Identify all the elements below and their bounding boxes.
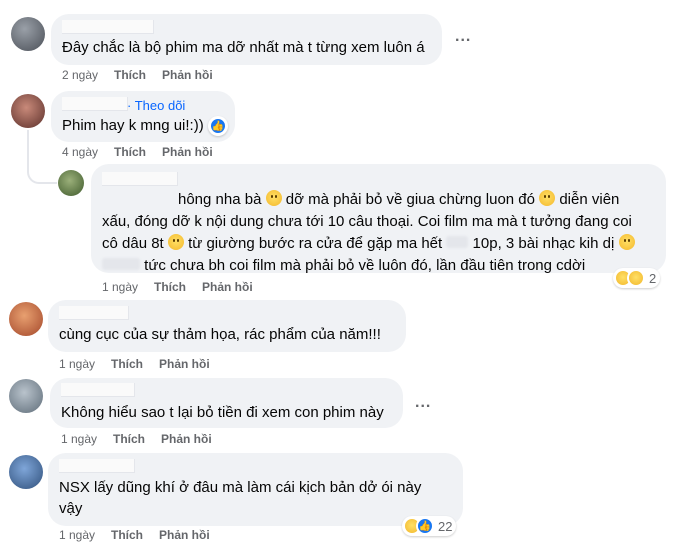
reply-button[interactable]: Phản hồi (162, 145, 213, 159)
avatar[interactable] (9, 302, 43, 336)
reaction-summary[interactable]: 2 (613, 268, 661, 288)
comment-text: cùng cục của sự thảm họa, rác phẩm của n… (59, 326, 381, 343)
reaction-summary[interactable]: 👍 22 (402, 516, 457, 536)
comment-text: hông nha bà dỡ mà phải bỏ về giua chừng … (178, 190, 620, 208)
like-button[interactable]: Thích (114, 68, 162, 82)
reply-button[interactable]: Phản hồi (161, 432, 212, 446)
like-button[interactable]: Thích (154, 280, 202, 294)
like-reaction-icon: 👍 (416, 517, 434, 535)
comment-text: xấu, đóng dỡ k nội dung chưa tới 10 câu … (102, 213, 632, 230)
like-button[interactable]: Thích (111, 528, 159, 542)
smile-emoji-icon (539, 190, 556, 206)
avatar[interactable] (11, 17, 45, 51)
like-button[interactable]: Thích (111, 357, 159, 371)
comment-time[interactable]: 1 ngày (102, 280, 154, 294)
comment-meta: 4 ngày Thích Phản hồi (62, 145, 213, 159)
redacted-text (102, 258, 140, 270)
comment-meta: 1 ngày Thích Phản hồi (59, 357, 210, 371)
comment-text: NSX lấy dũng khí ở đâu mà làm cái kịch b… (59, 479, 422, 496)
reply-button[interactable]: Phản hồi (159, 528, 210, 542)
comment-meta: 1 ngày Thích Phản hồi (59, 528, 210, 542)
author-name[interactable] (62, 97, 128, 111)
comment-time[interactable]: 4 ngày (62, 145, 114, 159)
comment-meta: 1 ngày Thích Phản hồi (61, 432, 212, 446)
author-name[interactable] (61, 383, 135, 397)
avatar[interactable] (9, 379, 43, 413)
avatar[interactable] (9, 455, 43, 489)
avatar[interactable] (58, 170, 84, 196)
author-name[interactable] (102, 172, 178, 186)
comment-meta: 1 ngày Thích Phản hồi (102, 280, 253, 294)
like-button[interactable]: Thích (113, 432, 161, 446)
smile-emoji-icon (618, 234, 635, 250)
reaction-count: 22 (438, 518, 453, 534)
comment-time[interactable]: 1 ngày (59, 528, 111, 542)
author-name[interactable] (62, 20, 154, 34)
smile-emoji-icon (265, 190, 282, 206)
comment-text: Không hiểu sao t lại bỏ tiền đi xem con … (61, 404, 384, 421)
comment-text: Đây chắc là bộ phim ma dỡ nhất mà t từng… (62, 39, 425, 56)
reply-button[interactable]: Phản hồi (162, 68, 213, 82)
thread-line (27, 130, 57, 184)
smile-emoji-icon (167, 234, 184, 250)
comment-time[interactable]: 1 ngày (61, 432, 113, 446)
reaction-summary[interactable]: 👍 (208, 116, 228, 136)
comment-text: tức chưa bh coi film mà phải bỏ về luôn … (102, 254, 585, 277)
comment-text: cô dâu 8t từ giường bước ra cửa để gặp m… (102, 232, 635, 255)
comment-text: Phim hay k mng ui!:)) (62, 117, 204, 134)
reply-button[interactable]: Phản hồi (159, 357, 210, 371)
reaction-count: 2 (649, 270, 657, 286)
comment-time[interactable]: 2 ngày (62, 68, 114, 82)
like-button[interactable]: Thích (114, 145, 162, 159)
like-reaction-icon: 👍 (209, 117, 227, 135)
sad-reaction-icon (627, 269, 645, 287)
more-options-icon[interactable]: ... (455, 28, 471, 46)
comment-time[interactable]: 1 ngày (59, 357, 111, 371)
reply-button[interactable]: Phản hồi (202, 280, 253, 294)
comment-text: vậy (59, 500, 83, 517)
more-options-icon[interactable]: ... (415, 394, 431, 412)
avatar[interactable] (11, 94, 45, 128)
author-name[interactable] (59, 459, 135, 473)
author-name[interactable] (59, 306, 129, 320)
follow-link[interactable]: · Theo dõi (127, 98, 185, 113)
comment-meta: 2 ngày Thích Phản hồi (62, 68, 213, 82)
redacted-text (446, 236, 469, 248)
